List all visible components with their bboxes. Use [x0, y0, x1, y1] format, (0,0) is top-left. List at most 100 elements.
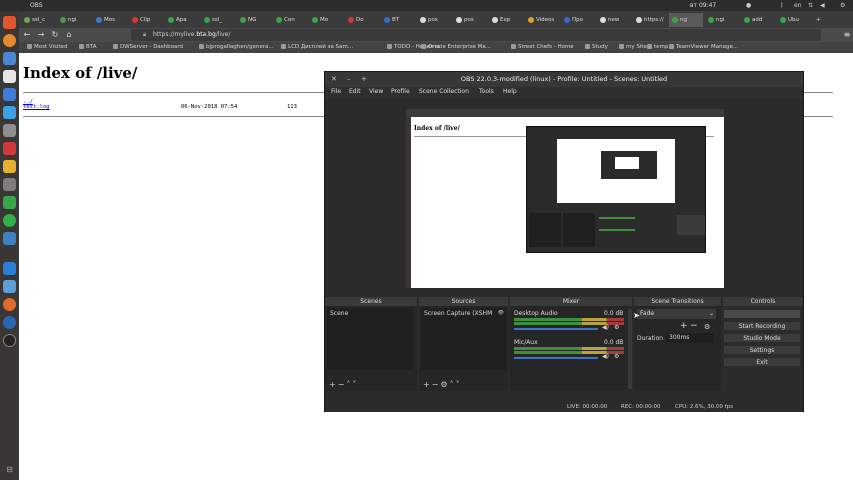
app-green-icon[interactable] [3, 196, 16, 209]
browser-tab[interactable]: Mos [93, 13, 127, 27]
firefox-icon[interactable] [3, 34, 16, 47]
browser-tab[interactable]: ssl_c [21, 13, 55, 27]
source-down-icon[interactable]: ˅ [456, 380, 462, 389]
mic-aux-settings-icon[interactable]: ⚙ [614, 353, 619, 360]
terminal-icon[interactable] [3, 178, 16, 191]
new-tab-button[interactable]: + [813, 13, 823, 27]
scene-down-icon[interactable]: ˅ [352, 380, 358, 389]
volume-icon[interactable]: ◀ [820, 2, 825, 9]
browser-tab[interactable]: add [741, 13, 775, 27]
obs-menu-item[interactable]: Edit [349, 88, 361, 95]
browser-tab[interactable]: Videos [525, 13, 559, 27]
obs-title-bar[interactable]: ✕ – + OBS 22.0.3-modified (linux) - Prof… [325, 72, 803, 87]
browser-tab[interactable]: Ubu [777, 13, 811, 27]
duration-input[interactable]: 300ms [666, 333, 714, 343]
browser-tab[interactable]: ngi [705, 13, 739, 27]
calc-icon[interactable] [3, 262, 16, 275]
settings-button[interactable]: Settings [723, 345, 801, 355]
spotify-icon[interactable] [3, 214, 16, 227]
exit-button[interactable]: Exit [723, 357, 801, 367]
browser-tab[interactable]: Exp [489, 13, 523, 27]
mixer-scrollbar[interactable] [628, 309, 632, 389]
bookmark-item[interactable]: Street Chefs - Home [511, 43, 574, 52]
browser-tab[interactable]: Apa [165, 13, 199, 27]
bookmark-item[interactable]: my Sites [619, 43, 650, 52]
notes-icon[interactable] [3, 160, 16, 173]
add-transition-button[interactable]: + [680, 321, 688, 331]
obs-preview[interactable]: Index of /live/ [325, 99, 803, 294]
trash-icon[interactable]: ⊟ [3, 463, 16, 476]
hamburger-menu-icon[interactable]: ≡ [841, 29, 853, 41]
mic-aux-slider[interactable] [514, 357, 598, 359]
skype-icon[interactable] [3, 106, 16, 119]
add-source-button[interactable]: + [423, 380, 432, 389]
remove-transition-button[interactable]: − [690, 321, 698, 331]
source-item[interactable]: Screen Capture (XSHM [424, 310, 492, 317]
browser-tab[interactable]: ssl_ [201, 13, 235, 27]
browser-tab[interactable]: new [597, 13, 631, 27]
obs-tray-icon[interactable]: ● [746, 2, 751, 9]
transition-settings-icon[interactable]: ⚙ [704, 323, 710, 331]
url-bar[interactable]: 🔒︎ https://mylive.bta.bg/live/ [131, 29, 821, 41]
thunderbird-icon[interactable] [3, 88, 16, 101]
desktop-audio-settings-icon[interactable]: ⚙ [614, 324, 619, 331]
back-icon[interactable]: ← [21, 29, 33, 41]
desktop-audio-mute-icon[interactable]: ◀) [602, 324, 609, 331]
browser-tab[interactable]: ngi [57, 13, 91, 27]
browser-tab[interactable]: ng [669, 13, 703, 27]
browser-tab[interactable]: pos [417, 13, 451, 27]
text-editor-icon[interactable] [3, 124, 16, 137]
browser-tab[interactable]: Mo [309, 13, 343, 27]
bookmark-item[interactable]: LCD Дисплей за Sam... [281, 43, 353, 52]
obs-menu-item[interactable]: View [369, 88, 383, 95]
browser-tab[interactable]: Clip [129, 13, 163, 27]
clock[interactable]: вт 09:47 [690, 2, 716, 9]
chrome-icon[interactable] [3, 70, 16, 83]
scene-item[interactable]: Scene [330, 310, 348, 317]
browser-tab[interactable]: https:// [633, 13, 667, 27]
mic-aux-mute-icon[interactable]: ◀) [602, 353, 609, 360]
studio-mode-button[interactable]: Studio Mode [723, 333, 801, 343]
forward-icon[interactable]: → [35, 29, 47, 41]
home-icon[interactable]: ⌂ [63, 29, 75, 41]
language-indicator[interactable]: en [794, 2, 802, 9]
source-settings-icon[interactable]: ⚙ [440, 380, 449, 389]
source-visibility-icon[interactable]: 👁︎ [498, 310, 504, 316]
network-icon[interactable]: ⇅ [808, 2, 813, 9]
files-icon[interactable] [3, 52, 16, 65]
bookmark-item[interactable]: bjprogallaghen/genera... [199, 43, 274, 52]
start-recording-button[interactable]: Start Recording [723, 321, 801, 331]
dash-icon[interactable] [3, 16, 16, 29]
browser-tab[interactable]: NG [237, 13, 271, 27]
screenshot-icon[interactable] [3, 280, 16, 293]
browser-tab[interactable]: Con [273, 13, 307, 27]
start-streaming-button[interactable] [723, 309, 801, 319]
reload-icon[interactable]: ↻ [49, 29, 61, 41]
browser-tab[interactable]: BT [381, 13, 415, 27]
bookmark-item[interactable]: Most Visited [27, 43, 67, 52]
obs-menu-item[interactable]: Scene Collection [419, 88, 469, 95]
add-scene-button[interactable]: + [329, 380, 338, 389]
minimize-window-icon[interactable]: – [347, 72, 351, 87]
bookmark-item[interactable]: temp [647, 43, 668, 52]
obs-menu-item[interactable]: File [331, 88, 341, 95]
browser-tab[interactable]: Про [561, 13, 595, 27]
browser-tab[interactable]: Do [345, 13, 379, 27]
file-link[interactable]: test.log [23, 104, 50, 110]
close-window-icon[interactable]: ✕ [331, 72, 337, 87]
bookmark-item[interactable]: Study [585, 43, 608, 52]
bookmark-item[interactable]: Oracle Enterprise Ma... [421, 43, 491, 52]
browser-tab[interactable]: pos [453, 13, 487, 27]
bookmark-item[interactable]: TeamViewer Manage... [669, 43, 738, 52]
app-blue-icon[interactable] [3, 232, 16, 245]
software-center-icon[interactable] [3, 142, 16, 155]
bookmark-item[interactable]: DWServer - Dashboard [113, 43, 183, 52]
obs-menu-item[interactable]: Tools [479, 88, 494, 95]
bookmark-item[interactable]: BTA [79, 43, 96, 52]
obs-launcher-icon[interactable] [3, 334, 16, 347]
power-icon[interactable]: ⚙ [840, 2, 845, 9]
app-orange-icon[interactable] [3, 298, 16, 311]
obs-menu-item[interactable]: Profile [391, 88, 410, 95]
bluetooth-icon[interactable]: ᛒ [780, 2, 784, 9]
maximize-window-icon[interactable]: + [361, 72, 367, 87]
